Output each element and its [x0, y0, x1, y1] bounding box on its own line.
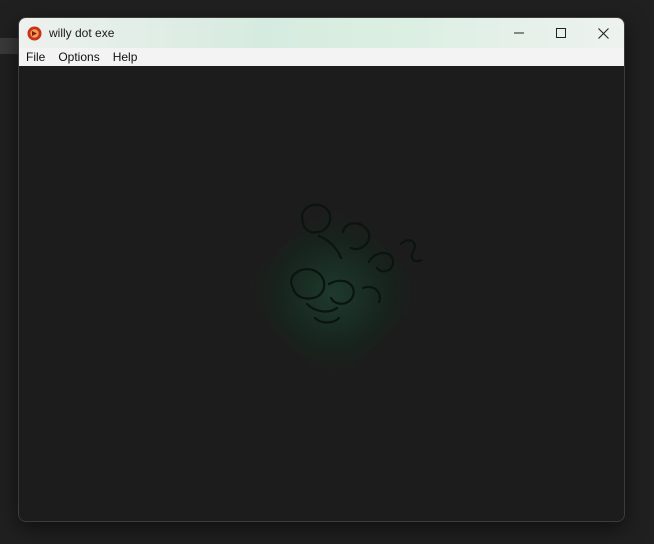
window-controls [498, 18, 624, 48]
close-button[interactable] [582, 18, 624, 48]
background-window-edge [0, 38, 18, 54]
maximize-button[interactable] [540, 18, 582, 48]
title-bar[interactable]: willy dot exe [19, 18, 624, 48]
maximize-icon [556, 28, 566, 38]
app-window: willy dot exe File Options Help [18, 17, 625, 522]
character-sketch-image [237, 200, 429, 388]
menu-file[interactable]: File [19, 48, 51, 66]
menu-help[interactable]: Help [106, 48, 144, 66]
close-icon [597, 27, 609, 39]
menu-options[interactable]: Options [51, 48, 105, 66]
app-canvas[interactable] [19, 66, 624, 521]
app-icon [27, 26, 42, 41]
window-title: willy dot exe [49, 26, 115, 40]
minimize-icon [514, 32, 524, 34]
menu-bar: File Options Help [19, 48, 624, 67]
minimize-button[interactable] [498, 18, 540, 48]
